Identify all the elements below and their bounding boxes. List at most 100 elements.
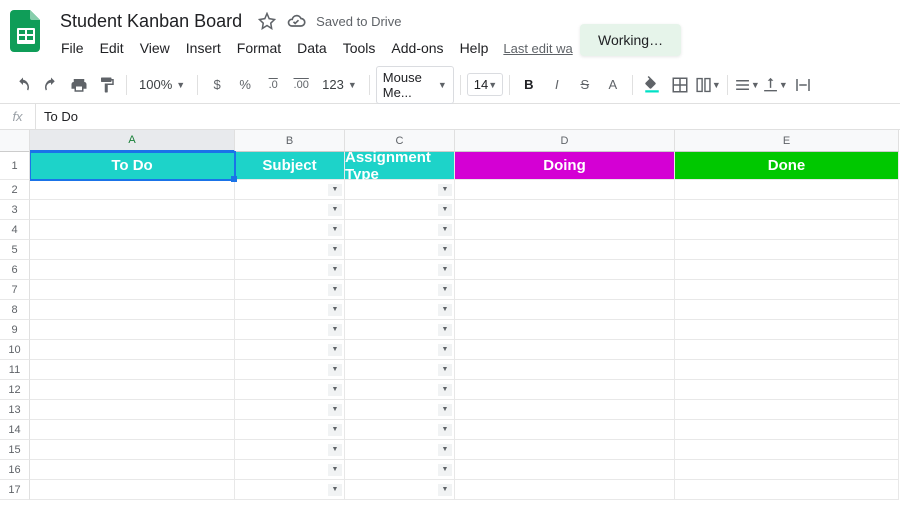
dropdown-arrow-icon[interactable]: ▼ — [328, 344, 342, 356]
dropdown-arrow-icon[interactable]: ▼ — [328, 304, 342, 316]
col-header-A[interactable]: A — [30, 130, 235, 152]
row-header-12[interactable]: 12 — [0, 380, 30, 400]
horizontal-align-button[interactable]: ▼ — [734, 72, 760, 98]
row-header-3[interactable]: 3 — [0, 200, 30, 220]
text-wrap-button[interactable] — [790, 72, 816, 98]
cell-E9[interactable] — [675, 320, 899, 340]
dropdown-arrow-icon[interactable]: ▼ — [438, 364, 452, 376]
cell-C15[interactable]: ▼ — [345, 440, 455, 460]
dropdown-arrow-icon[interactable]: ▼ — [438, 464, 452, 476]
cell-A12[interactable] — [30, 380, 235, 400]
cell-B12[interactable]: ▼ — [235, 380, 345, 400]
dropdown-arrow-icon[interactable]: ▼ — [328, 264, 342, 276]
cell-A14[interactable] — [30, 420, 235, 440]
row-header-13[interactable]: 13 — [0, 400, 30, 420]
dropdown-arrow-icon[interactable]: ▼ — [438, 224, 452, 236]
cell-C9[interactable]: ▼ — [345, 320, 455, 340]
cell-D11[interactable] — [455, 360, 675, 380]
dropdown-arrow-icon[interactable]: ▼ — [328, 284, 342, 296]
dropdown-arrow-icon[interactable]: ▼ — [328, 484, 342, 496]
dropdown-arrow-icon[interactable]: ▼ — [438, 424, 452, 436]
row-header-1[interactable]: 1 — [0, 152, 30, 180]
cell-B11[interactable]: ▼ — [235, 360, 345, 380]
zoom-picker[interactable]: 100%▼ — [133, 77, 191, 92]
cell-D12[interactable] — [455, 380, 675, 400]
fill-color-button[interactable] — [639, 72, 665, 98]
row-header-8[interactable]: 8 — [0, 300, 30, 320]
cell-E5[interactable] — [675, 240, 899, 260]
cell-B10[interactable]: ▼ — [235, 340, 345, 360]
row-header-9[interactable]: 9 — [0, 320, 30, 340]
strikethrough-button[interactable]: S — [572, 72, 598, 98]
text-color-button[interactable]: A — [600, 72, 626, 98]
cell-A4[interactable] — [30, 220, 235, 240]
cell-B17[interactable]: ▼ — [235, 480, 345, 500]
cell-B5[interactable]: ▼ — [235, 240, 345, 260]
menu-help[interactable]: Help — [453, 36, 496, 60]
cell-C16[interactable]: ▼ — [345, 460, 455, 480]
font-family-picker[interactable]: Mouse Me...▼ — [376, 66, 454, 104]
increase-decimal[interactable]: .00 — [288, 72, 314, 98]
dropdown-arrow-icon[interactable]: ▼ — [438, 324, 452, 336]
cell-E11[interactable] — [675, 360, 899, 380]
row-header-7[interactable]: 7 — [0, 280, 30, 300]
borders-button[interactable] — [667, 72, 693, 98]
cell-E3[interactable] — [675, 200, 899, 220]
decrease-decimal[interactable]: .0 — [260, 72, 286, 98]
cell-D10[interactable] — [455, 340, 675, 360]
fx-label[interactable]: fx — [0, 104, 36, 129]
cell-B3[interactable]: ▼ — [235, 200, 345, 220]
cell-E13[interactable] — [675, 400, 899, 420]
cell-A17[interactable] — [30, 480, 235, 500]
paint-format-icon[interactable] — [94, 72, 120, 98]
dropdown-arrow-icon[interactable]: ▼ — [438, 444, 452, 456]
row-header-16[interactable]: 16 — [0, 460, 30, 480]
cell-E4[interactable] — [675, 220, 899, 240]
dropdown-arrow-icon[interactable]: ▼ — [328, 224, 342, 236]
dropdown-arrow-icon[interactable]: ▼ — [328, 184, 342, 196]
row-header-2[interactable]: 2 — [0, 180, 30, 200]
format-currency[interactable]: $ — [204, 72, 230, 98]
cell-D8[interactable] — [455, 300, 675, 320]
cell-C6[interactable]: ▼ — [345, 260, 455, 280]
dropdown-arrow-icon[interactable]: ▼ — [328, 404, 342, 416]
redo-icon[interactable] — [38, 72, 64, 98]
document-title[interactable]: Student Kanban Board — [54, 9, 248, 34]
cell-D17[interactable] — [455, 480, 675, 500]
cell-B6[interactable]: ▼ — [235, 260, 345, 280]
cell-D2[interactable] — [455, 180, 675, 200]
cell-B16[interactable]: ▼ — [235, 460, 345, 480]
cell-A16[interactable] — [30, 460, 235, 480]
cell-B14[interactable]: ▼ — [235, 420, 345, 440]
formula-input[interactable]: To Do — [36, 109, 900, 124]
dropdown-arrow-icon[interactable]: ▼ — [328, 364, 342, 376]
dropdown-arrow-icon[interactable]: ▼ — [438, 284, 452, 296]
cell-E16[interactable] — [675, 460, 899, 480]
cell-A11[interactable] — [30, 360, 235, 380]
cell-E15[interactable] — [675, 440, 899, 460]
cell-C13[interactable]: ▼ — [345, 400, 455, 420]
cell-E12[interactable] — [675, 380, 899, 400]
dropdown-arrow-icon[interactable]: ▼ — [438, 404, 452, 416]
cell-B15[interactable]: ▼ — [235, 440, 345, 460]
cell-C17[interactable]: ▼ — [345, 480, 455, 500]
cell-C1[interactable]: Assignment Type — [345, 152, 455, 180]
row-header-17[interactable]: 17 — [0, 480, 30, 500]
cell-C5[interactable]: ▼ — [345, 240, 455, 260]
cell-D5[interactable] — [455, 240, 675, 260]
cell-B13[interactable]: ▼ — [235, 400, 345, 420]
cell-B9[interactable]: ▼ — [235, 320, 345, 340]
col-header-B[interactable]: B — [235, 130, 345, 152]
more-formats[interactable]: 123▼ — [316, 77, 363, 92]
row-header-6[interactable]: 6 — [0, 260, 30, 280]
cell-B2[interactable]: ▼ — [235, 180, 345, 200]
menu-addons[interactable]: Add-ons — [384, 36, 450, 60]
cell-D15[interactable] — [455, 440, 675, 460]
cell-C4[interactable]: ▼ — [345, 220, 455, 240]
menu-format[interactable]: Format — [230, 36, 288, 60]
cell-A1[interactable]: To Do — [30, 152, 235, 180]
cell-B4[interactable]: ▼ — [235, 220, 345, 240]
print-icon[interactable] — [66, 72, 92, 98]
cell-A10[interactable] — [30, 340, 235, 360]
menu-edit[interactable]: Edit — [93, 36, 131, 60]
